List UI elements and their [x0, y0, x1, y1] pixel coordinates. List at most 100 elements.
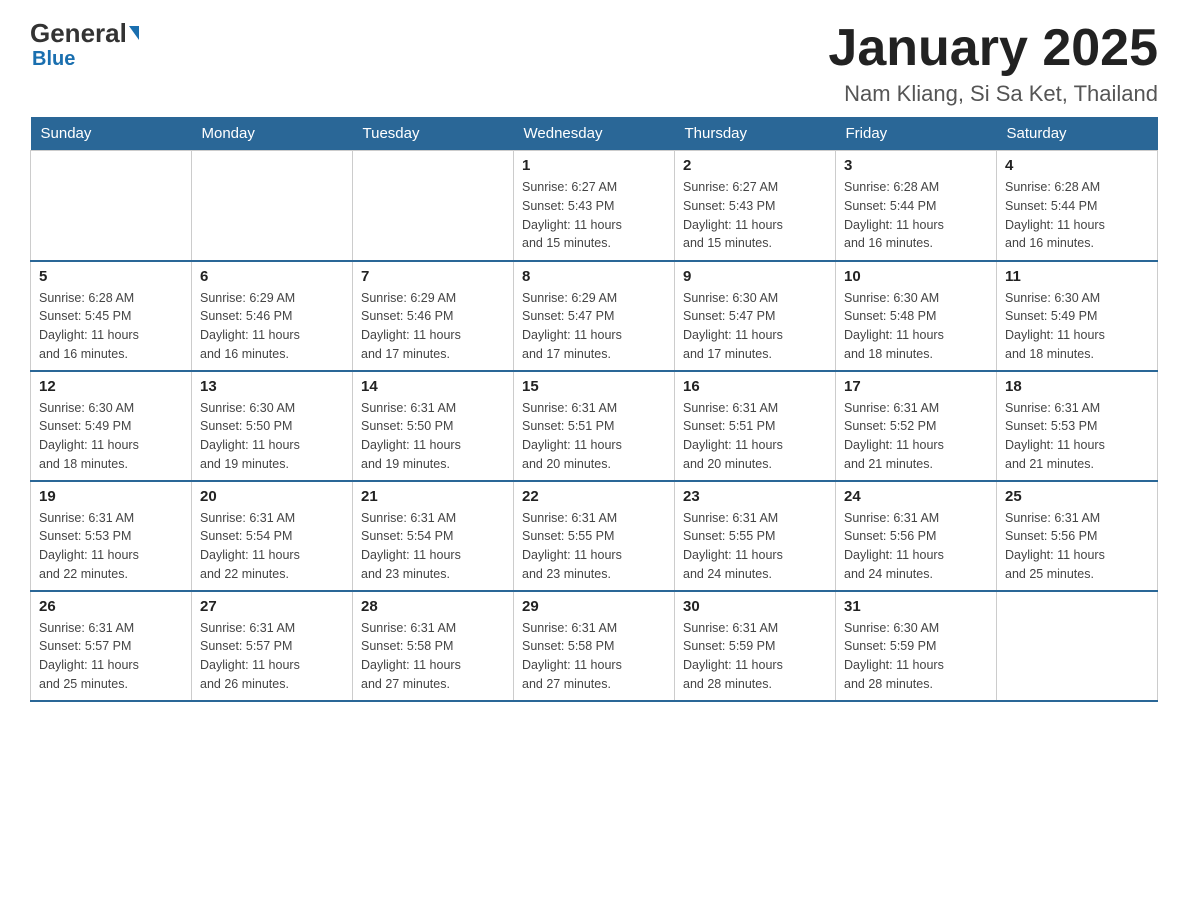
- table-row: 14 Sunrise: 6:31 AMSunset: 5:50 PMDayligh…: [353, 371, 514, 481]
- day-number: 5: [39, 268, 183, 285]
- table-row: 24 Sunrise: 6:31 AMSunset: 5:56 PMDayligh…: [836, 481, 997, 591]
- col-tuesday: Tuesday: [353, 117, 514, 151]
- col-friday: Friday: [836, 117, 997, 151]
- day-number: 18: [1005, 378, 1149, 395]
- col-thursday: Thursday: [675, 117, 836, 151]
- calendar-subtitle: Nam Kliang, Si Sa Ket, Thailand: [828, 81, 1158, 107]
- calendar-title: January 2025: [828, 20, 1158, 77]
- day-number: 3: [844, 157, 988, 174]
- day-number: 4: [1005, 157, 1149, 174]
- day-info: Sunrise: 6:31 AMSunset: 5:50 PMDaylight:…: [361, 399, 505, 474]
- logo-arrow-icon: [129, 26, 139, 40]
- day-info: Sunrise: 6:30 AMSunset: 5:49 PMDaylight:…: [39, 399, 183, 474]
- day-info: Sunrise: 6:31 AMSunset: 5:58 PMDaylight:…: [522, 619, 666, 694]
- table-row: 20Sunrise: 6:31 AMSunset: 5:54 PMDayligh…: [192, 481, 353, 591]
- col-monday: Monday: [192, 117, 353, 151]
- day-info: Sunrise: 6:31 AMSunset: 5:54 PMDaylight:…: [361, 509, 505, 584]
- day-info: Sunrise: 6:31 AMSunset: 5:59 PMDaylight:…: [683, 619, 827, 694]
- day-info: Sunrise: 6:31 AMSunset: 5:56 PMDaylight:…: [1005, 509, 1149, 584]
- table-row: 30 Sunrise: 6:31 AMSunset: 5:59 PMDayligh…: [675, 591, 836, 701]
- table-row: 19 Sunrise: 6:31 AMSunset: 5:53 PMDayligh…: [31, 481, 192, 591]
- table-row: [31, 151, 192, 261]
- day-number: 17: [844, 378, 988, 395]
- logo: General Blue: [30, 20, 139, 71]
- col-sunday: Sunday: [31, 117, 192, 151]
- table-row: 3 Sunrise: 6:28 AMSunset: 5:44 PMDaylight…: [836, 151, 997, 261]
- table-row: 22Sunrise: 6:31 AMSunset: 5:55 PMDayligh…: [514, 481, 675, 591]
- day-number: 13: [200, 378, 344, 395]
- calendar-week-row: 26 Sunrise: 6:31 AMSunset: 5:57 PMDayligh…: [31, 591, 1158, 701]
- logo-general-text: General: [30, 20, 127, 46]
- day-number: 20: [200, 488, 344, 505]
- day-info: Sunrise: 6:30 AMSunset: 5:50 PMDaylight:…: [200, 399, 344, 474]
- day-info: Sunrise: 6:27 AMSunset: 5:43 PMDaylight:…: [522, 178, 666, 253]
- calendar-week-row: 19 Sunrise: 6:31 AMSunset: 5:53 PMDayligh…: [31, 481, 1158, 591]
- table-row: 17 Sunrise: 6:31 AMSunset: 5:52 PMDayligh…: [836, 371, 997, 481]
- table-row: 29Sunrise: 6:31 AMSunset: 5:58 PMDayligh…: [514, 591, 675, 701]
- day-info: Sunrise: 6:31 AMSunset: 5:57 PMDaylight:…: [39, 619, 183, 694]
- day-info: Sunrise: 6:30 AMSunset: 5:59 PMDaylight:…: [844, 619, 988, 694]
- day-info: Sunrise: 6:31 AMSunset: 5:56 PMDaylight:…: [844, 509, 988, 584]
- table-row: 31 Sunrise: 6:30 AMSunset: 5:59 PMDayligh…: [836, 591, 997, 701]
- day-info: Sunrise: 6:31 AMSunset: 5:55 PMDaylight:…: [522, 509, 666, 584]
- calendar-table: Sunday Monday Tuesday Wednesday Thursday…: [30, 117, 1158, 702]
- table-row: 13 Sunrise: 6:30 AMSunset: 5:50 PMDayligh…: [192, 371, 353, 481]
- day-number: 23: [683, 488, 827, 505]
- day-number: 21: [361, 488, 505, 505]
- day-info: Sunrise: 6:31 AMSunset: 5:51 PMDaylight:…: [683, 399, 827, 474]
- calendar-week-row: 1Sunrise: 6:27 AMSunset: 5:43 PMDaylight…: [31, 151, 1158, 261]
- day-number: 14: [361, 378, 505, 395]
- table-row: 2 Sunrise: 6:27 AMSunset: 5:43 PMDaylight…: [675, 151, 836, 261]
- day-number: 6: [200, 268, 344, 285]
- day-info: Sunrise: 6:30 AMSunset: 5:47 PMDaylight:…: [683, 289, 827, 364]
- col-wednesday: Wednesday: [514, 117, 675, 151]
- day-number: 16: [683, 378, 827, 395]
- day-info: Sunrise: 6:28 AMSunset: 5:44 PMDaylight:…: [844, 178, 988, 253]
- day-info: Sunrise: 6:31 AMSunset: 5:53 PMDaylight:…: [39, 509, 183, 584]
- day-info: Sunrise: 6:31 AMSunset: 5:55 PMDaylight:…: [683, 509, 827, 584]
- day-number: 19: [39, 488, 183, 505]
- day-number: 27: [200, 598, 344, 615]
- day-info: Sunrise: 6:29 AMSunset: 5:46 PMDaylight:…: [200, 289, 344, 364]
- day-info: Sunrise: 6:29 AMSunset: 5:46 PMDaylight:…: [361, 289, 505, 364]
- table-row: [353, 151, 514, 261]
- table-row: 8Sunrise: 6:29 AMSunset: 5:47 PMDaylight…: [514, 261, 675, 371]
- table-row: 10 Sunrise: 6:30 AMSunset: 5:48 PMDayligh…: [836, 261, 997, 371]
- day-info: Sunrise: 6:31 AMSunset: 5:58 PMDaylight:…: [361, 619, 505, 694]
- day-info: Sunrise: 6:31 AMSunset: 5:51 PMDaylight:…: [522, 399, 666, 474]
- table-row: 18Sunrise: 6:31 AMSunset: 5:53 PMDayligh…: [997, 371, 1158, 481]
- day-number: 25: [1005, 488, 1149, 505]
- day-info: Sunrise: 6:28 AMSunset: 5:45 PMDaylight:…: [39, 289, 183, 364]
- table-row: 27 Sunrise: 6:31 AMSunset: 5:57 PMDayligh…: [192, 591, 353, 701]
- table-row: 26 Sunrise: 6:31 AMSunset: 5:57 PMDayligh…: [31, 591, 192, 701]
- table-row: [192, 151, 353, 261]
- table-row: 1Sunrise: 6:27 AMSunset: 5:43 PMDaylight…: [514, 151, 675, 261]
- day-number: 30: [683, 598, 827, 615]
- day-info: Sunrise: 6:30 AMSunset: 5:48 PMDaylight:…: [844, 289, 988, 364]
- day-info: Sunrise: 6:28 AMSunset: 5:44 PMDaylight:…: [1005, 178, 1149, 253]
- day-number: 28: [361, 598, 505, 615]
- day-number: 24: [844, 488, 988, 505]
- table-row: 7Sunrise: 6:29 AMSunset: 5:46 PMDaylight…: [353, 261, 514, 371]
- table-row: 25 Sunrise: 6:31 AMSunset: 5:56 PMDayligh…: [997, 481, 1158, 591]
- day-number: 26: [39, 598, 183, 615]
- day-info: Sunrise: 6:31 AMSunset: 5:57 PMDaylight:…: [200, 619, 344, 694]
- day-number: 31: [844, 598, 988, 615]
- day-number: 12: [39, 378, 183, 395]
- day-info: Sunrise: 6:27 AMSunset: 5:43 PMDaylight:…: [683, 178, 827, 253]
- day-number: 2: [683, 157, 827, 174]
- day-info: Sunrise: 6:31 AMSunset: 5:52 PMDaylight:…: [844, 399, 988, 474]
- table-row: 9 Sunrise: 6:30 AMSunset: 5:47 PMDaylight…: [675, 261, 836, 371]
- table-row: [997, 591, 1158, 701]
- calendar-header-row: Sunday Monday Tuesday Wednesday Thursday…: [31, 117, 1158, 151]
- table-row: 5 Sunrise: 6:28 AMSunset: 5:45 PMDaylight…: [31, 261, 192, 371]
- day-number: 11: [1005, 268, 1149, 285]
- table-row: 16 Sunrise: 6:31 AMSunset: 5:51 PMDayligh…: [675, 371, 836, 481]
- logo-blue-text: Blue: [30, 48, 75, 71]
- title-block: January 2025 Nam Kliang, Si Sa Ket, Thai…: [828, 20, 1158, 107]
- day-number: 9: [683, 268, 827, 285]
- table-row: 4 Sunrise: 6:28 AMSunset: 5:44 PMDaylight…: [997, 151, 1158, 261]
- day-number: 10: [844, 268, 988, 285]
- table-row: 28 Sunrise: 6:31 AMSunset: 5:58 PMDayligh…: [353, 591, 514, 701]
- calendar-week-row: 5 Sunrise: 6:28 AMSunset: 5:45 PMDaylight…: [31, 261, 1158, 371]
